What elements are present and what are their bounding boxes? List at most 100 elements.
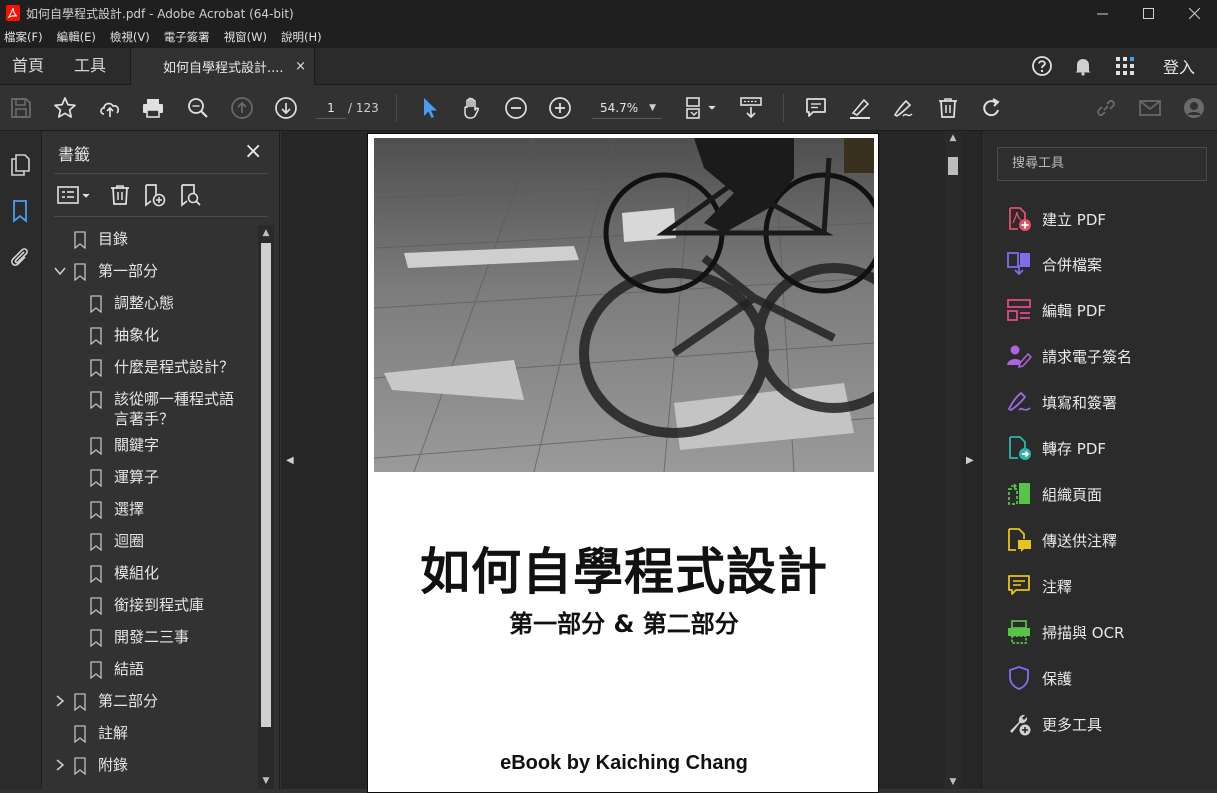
previous-page-icon[interactable] — [230, 96, 254, 120]
menu-help[interactable]: 說明(H) — [281, 29, 322, 45]
bookmark-item-notes[interactable]: 註解 — [74, 723, 128, 743]
upload-cloud-icon[interactable] — [98, 96, 122, 120]
bookmarks-panel: 書籤 × 目錄 第一部分 調整心態 抽象化 什麼是程式設計？ 該從哪一種程式語言… — [42, 131, 280, 789]
tool-more-tools[interactable]: 更多工具 — [1006, 710, 1102, 738]
document-scrollbar[interactable]: ▲ ▼ — [945, 131, 961, 789]
bookmark-item[interactable]: 銜接到程式庫 — [90, 595, 204, 615]
bookmarks-panel-icon[interactable] — [8, 199, 32, 223]
bookmark-item[interactable]: 關鍵字 — [90, 435, 159, 455]
bookmark-item[interactable]: 運算子 — [90, 467, 159, 487]
save-icon[interactable] — [9, 96, 33, 120]
search-tools-input[interactable]: 搜尋工具 — [997, 147, 1207, 181]
tool-edit-pdf[interactable]: 編輯 PDF — [1006, 296, 1106, 324]
bookmark-item[interactable]: 開發二三事 — [90, 627, 189, 647]
rotate-icon[interactable] — [980, 96, 1004, 120]
menu-view[interactable]: 檢視(V) — [110, 29, 150, 45]
minimize-button[interactable] — [1079, 0, 1125, 26]
chevron-right-icon[interactable] — [54, 759, 66, 771]
find-bookmark-icon[interactable] — [178, 183, 202, 207]
window-title: 如何自學程式設計.pdf - Adobe Acrobat (64-bit) — [26, 6, 294, 21]
menu-edit[interactable]: 編輯(E) — [57, 29, 96, 45]
tab-tools[interactable]: 工具 — [74, 48, 106, 84]
zoom-out-icon[interactable] — [504, 96, 528, 120]
scrollbar-thumb[interactable] — [261, 243, 271, 727]
bookmark-item[interactable]: 選擇 — [90, 499, 144, 519]
bookmark-item-part2[interactable]: 第二部分 — [74, 691, 158, 711]
maximize-button[interactable] — [1125, 0, 1171, 26]
bookmark-item-appendix[interactable]: 附錄 — [74, 755, 128, 775]
sign-pen-icon[interactable] — [891, 96, 915, 120]
close-window-button[interactable] — [1171, 0, 1217, 26]
menu-file[interactable]: 檔案(F) — [4, 29, 43, 45]
tab-home[interactable]: 首頁 — [12, 48, 44, 84]
bookmark-star-icon[interactable] — [53, 96, 77, 120]
new-bookmark-icon[interactable] — [142, 183, 166, 207]
hand-tool-icon[interactable] — [460, 96, 484, 120]
send-comment-icon — [1008, 528, 1031, 552]
chevron-right-icon[interactable] — [54, 695, 66, 707]
bookmark-item[interactable]: 該從哪一種程式語言著手？ — [90, 389, 246, 429]
zoom-level-select[interactable]: 54.7% ▼ — [592, 97, 662, 119]
share-link-icon[interactable] — [1094, 96, 1118, 120]
notifications-bell-icon[interactable] — [1073, 56, 1093, 76]
scroll-down-icon[interactable]: ▼ — [945, 775, 961, 789]
sign-in-button[interactable]: 登入 — [1163, 54, 1195, 78]
tool-create-pdf[interactable]: 建立 PDF — [1006, 205, 1106, 233]
scrollbar-thumb[interactable] — [948, 157, 958, 175]
bookmark-item-toc[interactable]: 目錄 — [74, 229, 128, 249]
tool-protect[interactable]: 保護 — [1006, 664, 1072, 692]
expand-right-panel-icon[interactable]: ▶ — [966, 455, 974, 466]
tool-organize-pages[interactable]: 組織頁面 — [1006, 480, 1102, 508]
attachments-paperclip-icon[interactable] — [8, 245, 32, 269]
comment-icon[interactable] — [804, 96, 828, 120]
scroll-up-icon[interactable]: ▲ — [258, 225, 274, 241]
cover-title: 如何自學程式設計 — [420, 543, 828, 601]
bookmark-item[interactable]: 模組化 — [90, 563, 159, 583]
zoom-search-icon[interactable] — [186, 96, 210, 120]
select-cursor-icon[interactable] — [418, 96, 442, 120]
highlight-pen-icon[interactable] — [848, 96, 872, 120]
bookmark-label: 開發二三事 — [114, 628, 190, 646]
bookmark-item[interactable]: 調整心態 — [90, 293, 174, 313]
delete-bookmark-icon[interactable] — [108, 183, 132, 207]
tool-comment[interactable]: 注釋 — [1006, 572, 1072, 600]
collapse-left-panel-icon[interactable]: ◀ — [286, 455, 294, 466]
tool-export-pdf[interactable]: 轉存 PDF — [1006, 434, 1106, 462]
tool-request-signature[interactable]: 請求電子簽名 — [1006, 342, 1132, 370]
page-number-input[interactable]: 1 — [316, 97, 346, 119]
page-thumbnails-icon[interactable] — [8, 153, 32, 177]
bookmarks-scrollbar[interactable]: ▲ ▼ — [258, 225, 274, 789]
tool-fill-sign[interactable]: 填寫和簽署 — [1006, 388, 1117, 416]
menu-esign[interactable]: 電子簽署 — [164, 29, 210, 45]
tool-send-comment[interactable]: 傳送供注釋 — [1006, 526, 1117, 554]
page-display-icon[interactable] — [684, 96, 718, 120]
email-icon[interactable] — [1138, 96, 1162, 120]
close-tab-button[interactable]: × — [295, 59, 306, 74]
bookmark-item[interactable]: 迴圈 — [90, 531, 144, 551]
chevron-down-icon[interactable] — [54, 265, 66, 277]
delete-trash-icon[interactable] — [936, 96, 960, 120]
tool-combine-files[interactable]: 合併檔案 — [1006, 250, 1102, 278]
acrobat-app-icon — [6, 5, 20, 21]
bookmark-label: 關鍵字 — [114, 436, 160, 454]
scroll-up-icon[interactable]: ▲ — [945, 131, 961, 145]
tab-document[interactable]: 如何自學程式設計.... × — [130, 48, 315, 85]
bookmark-icon — [90, 391, 102, 409]
bookmark-item[interactable]: 結語 — [90, 659, 144, 679]
bookmark-item-part1[interactable]: 第一部分 — [74, 261, 158, 281]
print-icon[interactable] — [141, 96, 165, 120]
scroll-mode-icon[interactable] — [739, 96, 763, 120]
bookmark-item[interactable]: 什麼是程式設計？ — [90, 357, 234, 377]
zoom-in-icon[interactable] — [548, 96, 572, 120]
scroll-down-icon[interactable]: ▼ — [258, 773, 274, 789]
menu-window[interactable]: 視窗(W) — [224, 29, 267, 45]
cover-subtitle: 第一部分 & 第二部分 — [509, 610, 739, 638]
close-panel-button[interactable]: × — [244, 139, 262, 164]
help-icon[interactable] — [1031, 55, 1053, 77]
apps-grid-icon[interactable] — [1115, 56, 1135, 76]
bookmark-options-icon[interactable] — [56, 183, 94, 207]
tool-scan-ocr[interactable]: 掃描與 OCR — [1006, 618, 1124, 646]
user-account-icon[interactable] — [1182, 96, 1206, 120]
bookmark-item[interactable]: 抽象化 — [90, 325, 159, 345]
next-page-icon[interactable] — [274, 96, 298, 120]
